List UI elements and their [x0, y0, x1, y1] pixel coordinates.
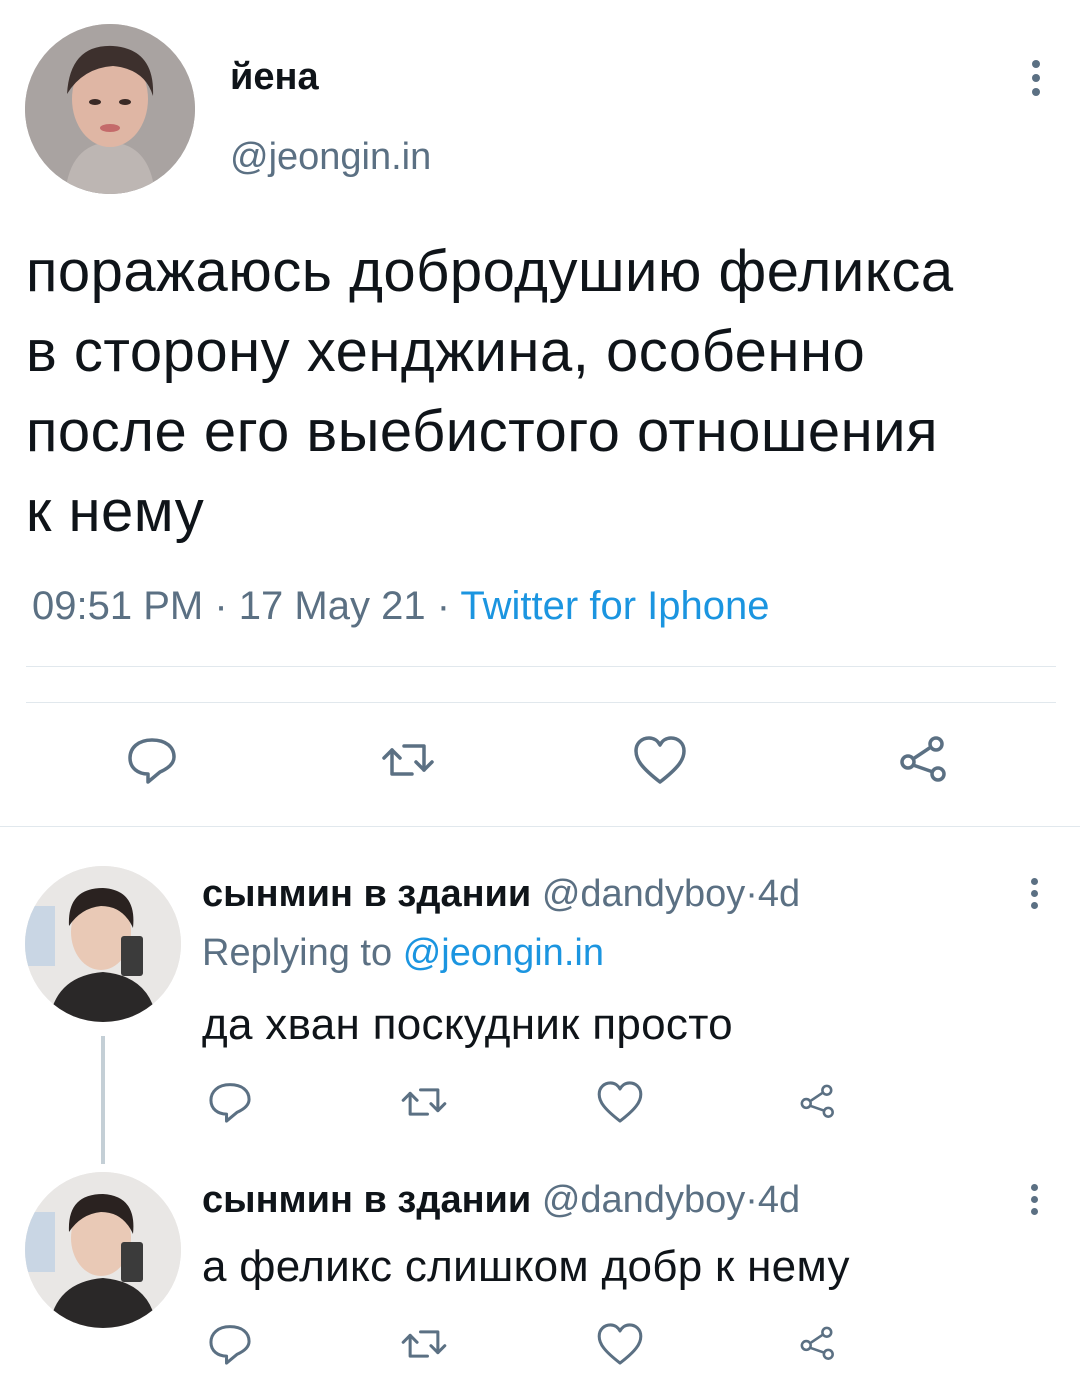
- share-icon[interactable]: [796, 1322, 848, 1374]
- replying-to: Replying to @jeongin.in: [202, 932, 604, 975]
- more-options-icon[interactable]: [1022, 60, 1050, 100]
- tweet-actions: [0, 730, 1080, 800]
- reply-time: 4d: [757, 873, 801, 915]
- divider: [26, 702, 1056, 703]
- reply-avatar[interactable]: [25, 1172, 181, 1328]
- reply-icon[interactable]: [204, 1076, 256, 1128]
- tweet-meta: 09:51 PM · 17 May 21 · Twitter for Iphon…: [32, 584, 769, 629]
- reply-icon[interactable]: [204, 1318, 256, 1370]
- tweet-text: поражаюсь добродушию феликса в сторону х…: [26, 232, 1066, 552]
- share-icon[interactable]: [894, 730, 954, 790]
- reply-handle[interactable]: @dandyboy: [542, 1179, 745, 1221]
- tweet-source-link[interactable]: Twitter for Iphone: [460, 584, 769, 628]
- like-icon[interactable]: [594, 1318, 646, 1370]
- tweet-text-line: в сторону хенджина, особенно: [26, 319, 866, 384]
- reply-more-options-icon[interactable]: [1024, 1184, 1044, 1220]
- reply-display-name[interactable]: сынмин в здании: [202, 1179, 531, 1221]
- tweet-text-line: к нему: [26, 479, 205, 544]
- reply-header: сынмин в здании @dandyboy·4d: [202, 1179, 800, 1222]
- tweet-text-line: поражаюсь добродушию феликса: [26, 239, 954, 304]
- retweet-icon[interactable]: [398, 1318, 450, 1370]
- meta-separator: ·: [436, 584, 451, 628]
- reply-avatar[interactable]: [25, 866, 181, 1022]
- author-handle[interactable]: @jeongin.in: [230, 136, 431, 179]
- like-icon[interactable]: [594, 1076, 646, 1128]
- divider: [26, 666, 1056, 667]
- reply-time: 4d: [757, 1179, 801, 1221]
- meta-separator: ·: [745, 1179, 758, 1221]
- reply-display-name[interactable]: сынмин в здании: [202, 873, 531, 915]
- reply-text: а феликс слишком добр к нему: [202, 1242, 850, 1291]
- section-divider: [0, 826, 1080, 827]
- reply-more-options-icon[interactable]: [1024, 878, 1044, 914]
- meta-separator: ·: [214, 584, 228, 628]
- reply-handle[interactable]: @dandyboy: [542, 873, 745, 915]
- reply-header: сынмин в здании @dandyboy·4d: [202, 873, 800, 916]
- tweet-time: 09:51 PM: [32, 584, 204, 628]
- reply-text: да хван поскудник просто: [202, 1000, 733, 1049]
- author-avatar[interactable]: [25, 24, 195, 194]
- thread-line: [101, 1036, 105, 1164]
- replying-label: Replying to: [202, 932, 393, 974]
- retweet-icon[interactable]: [398, 1076, 450, 1128]
- like-icon[interactable]: [630, 730, 690, 790]
- meta-separator: ·: [745, 873, 758, 915]
- tweet-date: 17 May 21: [238, 584, 426, 628]
- author-display-name[interactable]: йена: [230, 56, 319, 99]
- tweet-text-line: после его выебистого отношения: [26, 399, 938, 464]
- retweet-icon[interactable]: [378, 730, 438, 790]
- replying-mention-link[interactable]: @jeongin.in: [403, 932, 604, 974]
- reply-icon[interactable]: [122, 730, 182, 790]
- share-icon[interactable]: [796, 1080, 848, 1132]
- main-tweet: йена @jeongin.in поражаюсь добродушию фе…: [0, 0, 1080, 826]
